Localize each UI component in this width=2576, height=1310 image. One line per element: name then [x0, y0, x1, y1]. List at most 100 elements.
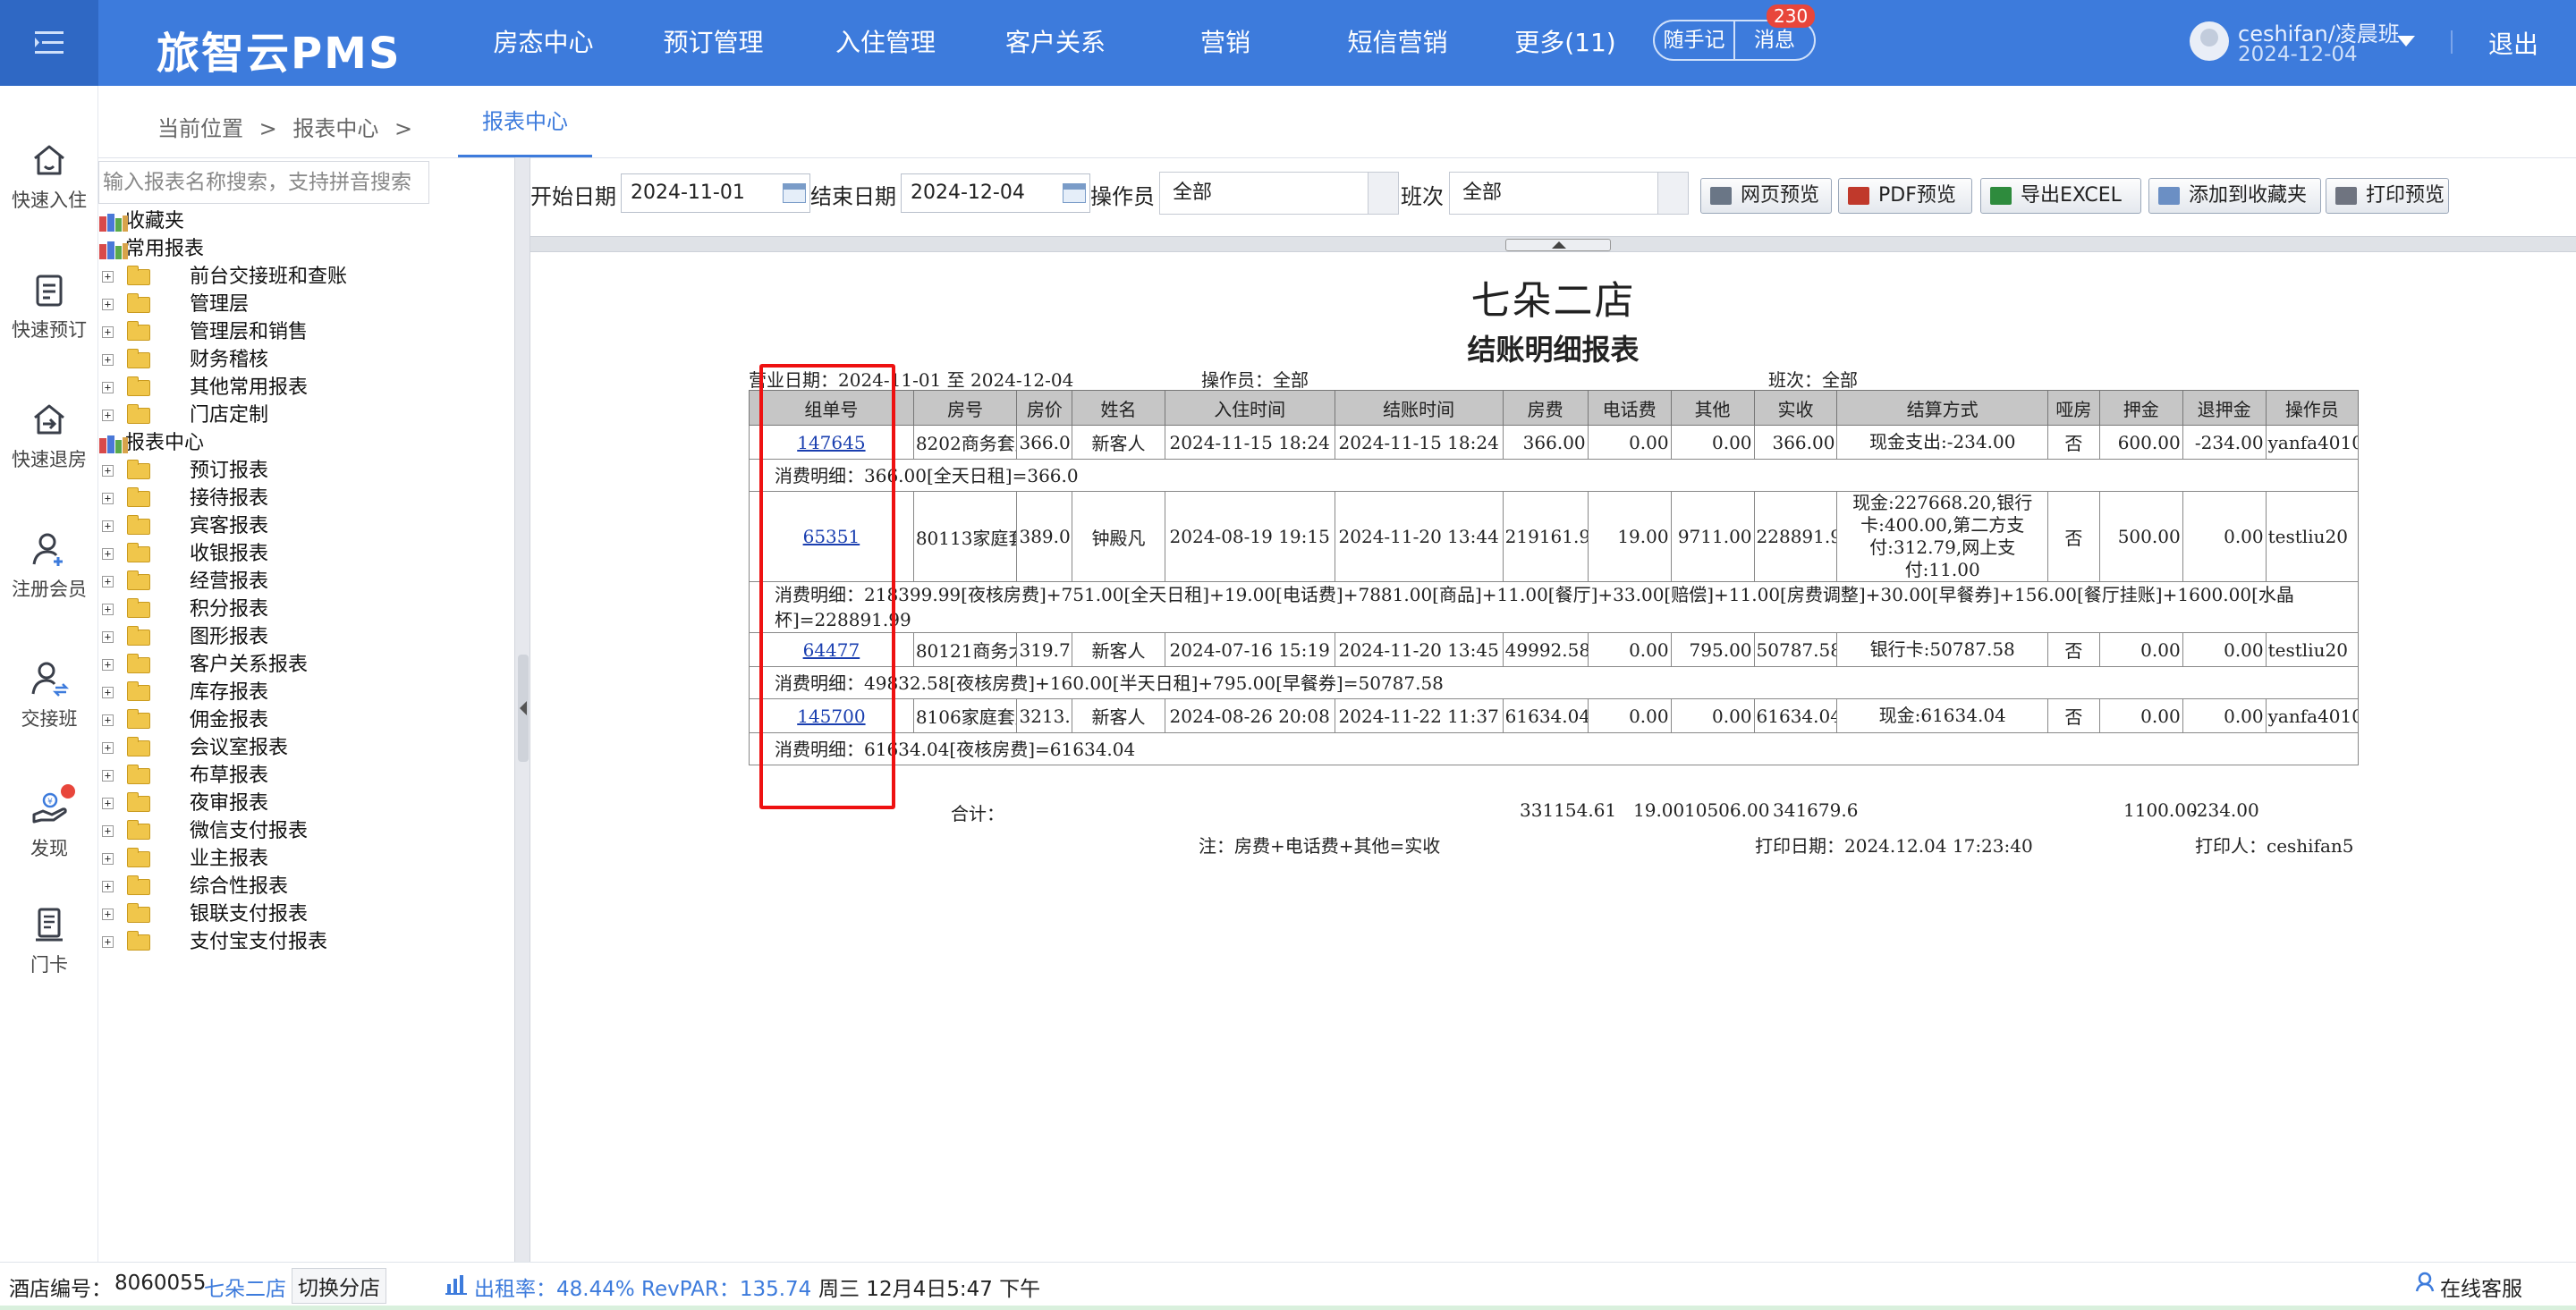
tree-node-center-child-2[interactable]: + 宾客报表 [98, 512, 514, 540]
tree-node-common[interactable]: 常用报表 [98, 235, 514, 263]
expand-icon[interactable]: + [102, 798, 114, 809]
nav-checkin[interactable]: 入住管理 [801, 0, 970, 86]
tree-node-common-child-4[interactable]: + 其他常用报表 [98, 374, 514, 401]
tree-node-common-child-2[interactable]: + 管理层和销售 [98, 318, 514, 346]
tree-node-center-child-13[interactable]: + 微信支付报表 [98, 817, 514, 845]
folder-icon [127, 737, 150, 756]
web-preview-button[interactable]: 网页预览 [1700, 178, 1832, 214]
print-preview-button[interactable]: 打印预览 [2326, 178, 2449, 214]
tree-node-center-child-15[interactable]: + 综合性报表 [98, 873, 514, 900]
memo-button[interactable]: 随手记 [1655, 21, 1735, 59]
tree-node-center[interactable]: 报表中心 [98, 429, 514, 457]
export-excel-button[interactable]: 导出EXCEL [1980, 178, 2141, 214]
group-order-link[interactable]: 145700 [797, 706, 865, 727]
expand-icon[interactable]: + [102, 410, 114, 421]
tree-node-center-child-0[interactable]: + 预订报表 [98, 457, 514, 485]
quick-checkout-button[interactable]: 快速退房 [0, 399, 98, 472]
tree-node-center-child-8[interactable]: + 库存报表 [98, 679, 514, 706]
nav-marketing[interactable]: 营销 [1140, 0, 1310, 86]
discover-button[interactable]: ¥ 发现 [0, 784, 98, 861]
tree-node-center-child-3[interactable]: + 收银报表 [98, 540, 514, 568]
nav-more[interactable]: 更多(11) [1485, 0, 1646, 86]
expand-icon[interactable]: + [102, 326, 114, 338]
door-card-icon [36, 908, 63, 942]
nav-room-status[interactable]: 房态中心 [461, 0, 626, 86]
expand-icon[interactable]: + [102, 770, 114, 782]
tree-node-favorites[interactable]: 收藏夹 [98, 207, 514, 235]
expand-icon[interactable]: + [102, 354, 114, 366]
group-order-link[interactable]: 65351 [803, 526, 860, 547]
dropdown-arrow-icon[interactable] [1657, 173, 1688, 214]
tree-node-center-child-4[interactable]: + 经营报表 [98, 568, 514, 596]
tree-node-center-child-11[interactable]: + 布草报表 [98, 762, 514, 790]
expand-icon[interactable]: + [102, 548, 114, 560]
nav-sms-marketing[interactable]: 短信营销 [1310, 0, 1485, 86]
tree-node-center-child-14[interactable]: + 业主报表 [98, 845, 514, 873]
panel-splitter[interactable] [514, 157, 530, 1262]
expand-icon[interactable]: + [102, 881, 114, 892]
expand-icon[interactable]: + [102, 687, 114, 698]
expand-icon[interactable]: + [102, 825, 114, 837]
folder-icon [127, 848, 150, 867]
tree-node-center-child-12[interactable]: + 夜审报表 [98, 790, 514, 817]
rail-label: 快速预订 [12, 319, 87, 341]
tree-node-center-child-16[interactable]: + 银联支付报表 [98, 900, 514, 928]
expand-icon[interactable]: + [102, 631, 114, 643]
collapse-left-icon[interactable] [518, 655, 529, 762]
tree-node-common-child-0[interactable]: + 前台交接班和查账 [98, 263, 514, 291]
house-exit-icon [34, 404, 64, 435]
tree-node-center-child-7[interactable]: + 客户关系报表 [98, 651, 514, 679]
group-order-link[interactable]: 64477 [803, 639, 860, 661]
expand-icon[interactable]: + [102, 576, 114, 587]
expand-icon[interactable]: + [102, 659, 114, 671]
quick-checkin-button[interactable]: 快速入住 [0, 139, 98, 213]
avatar[interactable] [2190, 21, 2229, 61]
add-favorite-button[interactable]: 添加到收藏夹 [2148, 178, 2321, 214]
expand-icon[interactable]: + [102, 936, 114, 948]
tree-node-center-child-17[interactable]: + 支付宝支付报表 [98, 928, 514, 956]
expand-icon[interactable]: + [102, 299, 114, 310]
tree-node-common-child-3[interactable]: + 财务稽核 [98, 346, 514, 374]
quick-reserve-button[interactable]: 快速预订 [0, 269, 98, 342]
expand-icon[interactable]: + [102, 853, 114, 865]
tree-node-center-child-9[interactable]: + 佣金报表 [98, 706, 514, 734]
menu-toggle-button[interactable] [0, 0, 98, 86]
shift-handover-button[interactable]: 交接班 [0, 658, 98, 731]
end-date-input[interactable]: 2024-12-04 [901, 173, 1090, 213]
tree-node-center-child-5[interactable]: + 积分报表 [98, 596, 514, 623]
shift-select[interactable]: 全部 [1449, 172, 1689, 215]
logout-button[interactable]: 退出 [2488, 25, 2538, 61]
expand-icon[interactable]: + [102, 465, 114, 477]
expand-icon[interactable]: + [102, 271, 114, 283]
start-date-input[interactable]: 2024-11-01 [621, 173, 810, 213]
expand-icon[interactable]: + [102, 520, 114, 532]
expand-icon[interactable]: + [102, 493, 114, 504]
collapse-up-icon[interactable] [1505, 239, 1611, 251]
tab-report-center[interactable]: 报表中心 [458, 86, 592, 157]
expand-icon[interactable]: + [102, 909, 114, 920]
calendar-icon[interactable] [1063, 183, 1086, 203]
calendar-icon[interactable] [783, 183, 806, 203]
expand-icon[interactable]: + [102, 742, 114, 754]
pdf-preview-button[interactable]: PDF预览 [1838, 178, 1972, 214]
operator-select[interactable]: 全部 [1159, 172, 1399, 215]
nav-crm[interactable]: 客户关系 [970, 0, 1140, 86]
tree-node-center-child-1[interactable]: + 接待报表 [98, 485, 514, 512]
door-card-button[interactable]: 门卡 [0, 904, 98, 977]
switch-branch-button[interactable]: 切换分店 [292, 1268, 386, 1304]
report-search-input[interactable]: 输入报表名称搜索，支持拼音搜索 [98, 161, 429, 204]
nav-reservation[interactable]: 预订管理 [626, 0, 801, 86]
breadcrumb-section[interactable]: 报表中心 [292, 116, 378, 141]
register-member-button[interactable]: 注册会员 [0, 528, 98, 602]
group-order-link[interactable]: 147645 [797, 432, 865, 453]
expand-icon[interactable]: + [102, 714, 114, 726]
dropdown-arrow-icon[interactable] [1368, 173, 1398, 214]
tree-node-common-child-5[interactable]: + 门店定制 [98, 401, 514, 429]
chevron-down-icon[interactable] [2397, 36, 2415, 46]
tree-node-center-child-6[interactable]: + 图形报表 [98, 623, 514, 651]
expand-icon[interactable]: + [102, 382, 114, 393]
tree-node-common-child-1[interactable]: + 管理层 [98, 291, 514, 318]
expand-icon[interactable]: + [102, 604, 114, 615]
online-service-button[interactable]: 在线客服 [2440, 1272, 2522, 1302]
tree-node-center-child-10[interactable]: + 会议室报表 [98, 734, 514, 762]
